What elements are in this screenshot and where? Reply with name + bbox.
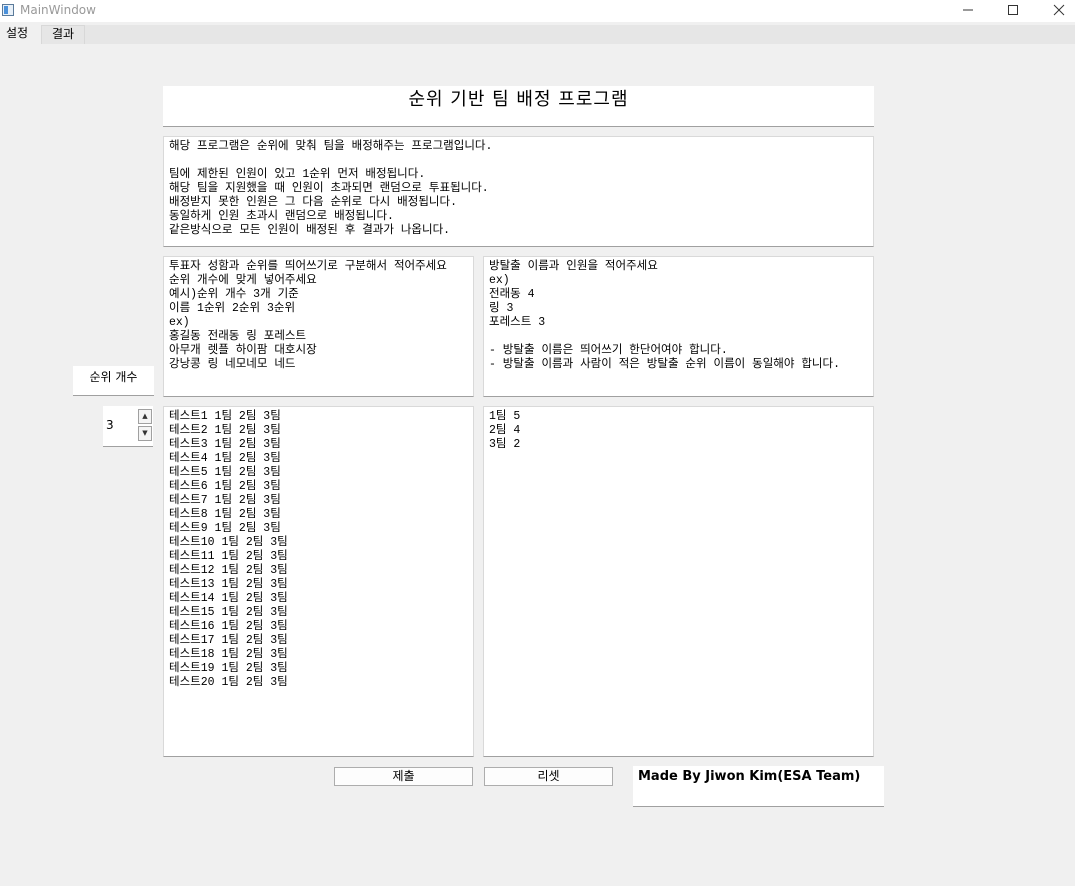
close-icon[interactable]	[1036, 0, 1075, 20]
rank-count-spinbox[interactable]: 3 ▲ ▼	[103, 406, 153, 447]
voter-input-text: 테스트1 1팀 2팀 3팀 테스트2 1팀 2팀 3팀 테스트3 1팀 2팀 3…	[169, 410, 288, 689]
tab-settings[interactable]: 설정	[0, 25, 41, 44]
team-input-text: 1팀 5 2팀 4 3팀 2	[489, 410, 521, 451]
rank-count-value[interactable]: 3	[106, 418, 114, 432]
tab-bar: 설정 결과	[0, 25, 1075, 44]
description-text: 해당 프로그램은 순위에 맞춰 팀을 배정해주는 프로그램입니다. 팀에 제한된…	[169, 140, 493, 237]
tab-results[interactable]: 결과	[41, 25, 85, 44]
app-icon	[2, 4, 14, 16]
arrow-down-icon[interactable]: ▼	[138, 426, 152, 441]
maximize-icon[interactable]	[990, 0, 1036, 20]
team-input-textarea[interactable]: 1팀 5 2팀 4 3팀 2	[483, 406, 874, 757]
credit-label: Made By Jiwon Kim(ESA Team)	[633, 766, 884, 807]
voter-input-textarea[interactable]: 테스트1 1팀 2팀 3팀 테스트2 1팀 2팀 3팀 테스트3 1팀 2팀 3…	[163, 406, 474, 757]
team-instructions-panel: 방탈출 이름과 인원을 적어주세요 ex) 전래동 4 링 3 포레스트 3 -…	[483, 256, 874, 397]
team-instructions-text: 방탈출 이름과 인원을 적어주세요 ex) 전래동 4 링 3 포레스트 3 -…	[489, 260, 840, 371]
description-panel: 해당 프로그램은 순위에 맞춰 팀을 배정해주는 프로그램입니다. 팀에 제한된…	[163, 136, 874, 247]
title-bar: MainWindow	[0, 0, 1075, 22]
window-title: MainWindow	[20, 3, 96, 17]
voter-instructions-panel: 투표자 성함과 순위를 띄어쓰기로 구분해서 적어주세요 순위 개수에 맞게 넣…	[163, 256, 474, 397]
submit-button[interactable]: 제출	[334, 767, 473, 786]
page-title: 순위 기반 팀 배정 프로그램	[163, 86, 874, 127]
rank-count-label: 순위 개수	[73, 366, 154, 396]
arrow-up-icon[interactable]: ▲	[138, 409, 152, 424]
voter-instructions-text: 투표자 성함과 순위를 띄어쓰기로 구분해서 적어주세요 순위 개수에 맞게 넣…	[169, 260, 447, 371]
minimize-icon[interactable]	[945, 0, 991, 20]
reset-button[interactable]: 리셋	[484, 767, 613, 786]
